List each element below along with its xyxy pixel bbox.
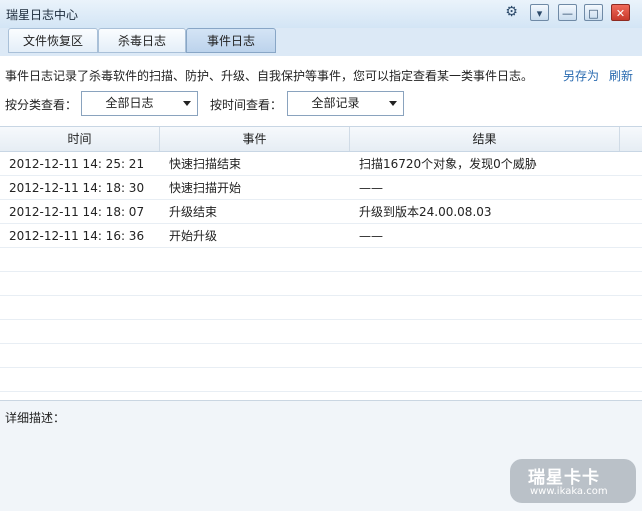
category-filter-label: 按分类查看： — [5, 98, 78, 112]
cell-event: 升级结束 — [169, 205, 218, 219]
cell-time: 2012-12-11 14: 25: 21 — [9, 157, 145, 171]
dropdown-arrow-icon — [389, 101, 397, 106]
window-title: 瑞星日志中心 — [6, 8, 79, 22]
cell-time: 2012-12-11 14: 18: 30 — [9, 181, 145, 195]
cell-result: —— — [359, 181, 383, 195]
table-row[interactable]: 2012-12-11 14: 18: 07 升级结束 升级到版本24.00.08… — [0, 200, 642, 224]
table-row[interactable]: 2012-12-11 14: 16: 36 开始升级 —— — [0, 224, 642, 248]
column-header-result[interactable]: 结果 — [350, 127, 620, 151]
filter-panel: 事件日志记录了杀毒软件的扫描、防护、升级、自我保护等事件，您可以指定查看某一类事… — [0, 56, 642, 126]
refresh-link[interactable]: 刷新 — [609, 67, 633, 84]
time-select[interactable]: 全部记录 — [287, 91, 404, 116]
time-select-value: 全部记录 — [311, 96, 360, 110]
cell-event: 快速扫描开始 — [169, 181, 242, 195]
cell-event: 快速扫描结束 — [169, 157, 242, 171]
tab-event-log[interactable]: 事件日志 — [186, 28, 276, 53]
watermark-title: 瑞星卡卡 — [528, 468, 600, 488]
column-header-time[interactable]: 时间 — [0, 127, 160, 151]
detail-label: 详细描述： — [5, 411, 66, 425]
dropdown-arrow-icon — [183, 101, 191, 106]
table-header: 时间 事件 结果 — [0, 126, 642, 152]
category-select[interactable]: 全部日志 — [81, 91, 198, 116]
cell-time: 2012-12-11 14: 18: 07 — [9, 205, 145, 219]
time-filter-label: 按时间查看： — [210, 98, 283, 112]
empty-row — [0, 368, 642, 392]
menu-dropdown-button[interactable]: ▾ — [530, 4, 549, 21]
cell-result: 扫描16720个对象，发现0个威胁 — [359, 157, 537, 171]
log-table-body: 2012-12-11 14: 25: 21 快速扫描结束 扫描16720个对象，… — [0, 152, 642, 392]
close-button[interactable]: ✕ — [611, 4, 630, 21]
tab-antivirus-log[interactable]: 杀毒日志 — [98, 28, 186, 53]
watermark-logo: 瑞星卡卡 www.ikaka.com — [510, 459, 636, 503]
empty-row — [0, 344, 642, 368]
empty-row — [0, 272, 642, 296]
category-select-value: 全部日志 — [105, 96, 154, 110]
save-as-link[interactable]: 另存为 — [563, 67, 599, 84]
empty-row — [0, 296, 642, 320]
maximize-button[interactable]: □ — [584, 4, 603, 21]
empty-row — [0, 320, 642, 344]
tab-bar: 文件恢复区 杀毒日志 事件日志 — [0, 28, 642, 56]
title-bar: 瑞星日志中心 ⚙ ▾ — □ ✕ — [0, 0, 642, 28]
table-row[interactable]: 2012-12-11 14: 25: 21 快速扫描结束 扫描16720个对象，… — [0, 152, 642, 176]
cell-event: 开始升级 — [169, 229, 218, 243]
empty-row — [0, 248, 642, 272]
cell-result: 升级到版本24.00.08.03 — [359, 205, 492, 219]
column-header-event[interactable]: 事件 — [160, 127, 350, 151]
watermark-url: www.ikaka.com — [530, 486, 608, 497]
table-row[interactable]: 2012-12-11 14: 18: 30 快速扫描开始 —— — [0, 176, 642, 200]
page-description: 事件日志记录了杀毒软件的扫描、防护、升级、自我保护等事件，您可以指定查看某一类事… — [5, 69, 534, 83]
cell-result: —— — [359, 229, 383, 243]
minimize-button[interactable]: — — [558, 4, 577, 21]
settings-gear-icon[interactable]: ⚙ — [502, 4, 521, 21]
tab-file-restore[interactable]: 文件恢复区 — [8, 28, 98, 53]
cell-time: 2012-12-11 14: 16: 36 — [9, 229, 145, 243]
